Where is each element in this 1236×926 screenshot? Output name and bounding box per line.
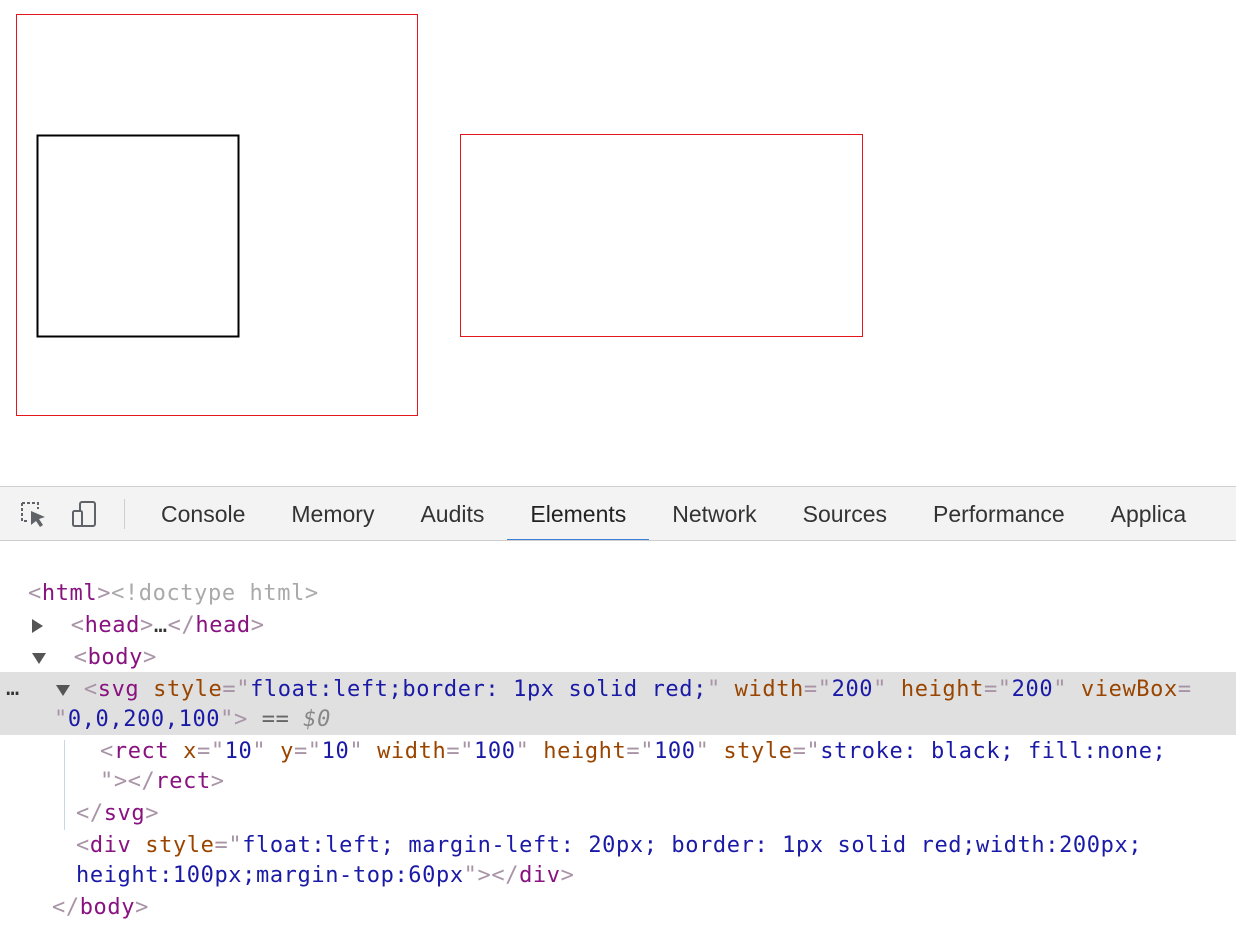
doctype-text: <!doctype html>: [111, 581, 319, 606]
toolbar-separator: [124, 499, 125, 529]
attr-value: 200: [831, 677, 874, 702]
attr-value: float:left; margin-left: 20px; border: 1…: [242, 833, 1143, 858]
div-close-tag: div: [519, 863, 561, 888]
collapse-arrow-icon[interactable]: [32, 652, 46, 664]
attr-value: 0,0,200,100: [67, 707, 221, 732]
tab-sources[interactable]: Sources: [780, 487, 910, 540]
attr-name: x: [183, 739, 197, 764]
tree-line-head[interactable]: <head>…</head>: [32, 610, 265, 642]
tree-line-rect-cont[interactable]: "></rect>: [100, 766, 225, 798]
head-ellipsis[interactable]: …: [154, 613, 168, 638]
attr-name: y: [280, 739, 294, 764]
attr-value: 10: [321, 739, 350, 764]
selected-marker: $0: [303, 707, 331, 732]
attr-value: float:left;border: 1px solid red;: [250, 677, 707, 702]
devtools-panel: Console Memory Audits Elements Network S…: [0, 486, 1236, 926]
tab-audits[interactable]: Audits: [397, 487, 507, 540]
demo-svg-bordered: [16, 14, 418, 416]
attr-name: height: [543, 739, 627, 764]
tree-line-body-open[interactable]: <body>: [32, 642, 157, 674]
div-tag: div: [89, 833, 132, 858]
demo-rect: [36, 134, 240, 338]
head-open-tag: head: [84, 613, 140, 638]
svg-close-tag: svg: [103, 801, 146, 826]
attr-name: style: [145, 833, 215, 858]
rect-tag: rect: [113, 739, 170, 764]
body-open-tag: body: [87, 645, 143, 670]
tab-console[interactable]: Console: [138, 487, 268, 540]
tree-line-svg-close[interactable]: </svg>: [76, 798, 159, 830]
tree-line-div-cont[interactable]: height:100px;margin-top:60px"></div>: [76, 860, 574, 892]
demo-div-bordered: [460, 134, 863, 337]
attr-name: viewBox: [1080, 677, 1178, 702]
html-tag: html: [41, 581, 98, 606]
devtools-toolbar: Console Memory Audits Elements Network S…: [0, 486, 1236, 541]
attr-value: 100: [474, 739, 516, 764]
body-close-tag: body: [79, 895, 136, 920]
tree-line-svg-cont[interactable]: "0,0,200,100"> == $0: [54, 704, 331, 736]
attr-value: height:100px;margin-top:60px: [76, 863, 464, 888]
attr-value: 10: [224, 739, 253, 764]
attr-name: width: [377, 739, 447, 764]
tree-line-html[interactable]: <html>: [28, 578, 111, 610]
attr-name: style: [723, 739, 793, 764]
tree-line-body-close[interactable]: </body>: [52, 892, 149, 924]
rect-close-tag: rect: [155, 769, 211, 794]
devtools-tabs: Console Memory Audits Elements Network S…: [138, 487, 1209, 540]
tab-network[interactable]: Network: [649, 487, 779, 540]
tab-elements[interactable]: Elements: [507, 487, 650, 540]
device-toggle-icon[interactable]: [70, 499, 100, 529]
attr-value: stroke: black; fill:none;: [820, 739, 1167, 764]
tab-performance[interactable]: Performance: [910, 487, 1088, 540]
attr-name: height: [900, 677, 984, 702]
tree-line-svg[interactable]: <svg style="float:left;border: 1px solid…: [56, 674, 1192, 706]
tab-application[interactable]: Applica: [1088, 487, 1209, 540]
attr-value: 100: [654, 739, 696, 764]
tree-line-div[interactable]: <div style="float:left; margin-left: 20p…: [76, 830, 1142, 862]
tree-line-doctype[interactable]: <!doctype html>: [28, 546, 319, 606]
head-close-tag: head: [195, 613, 251, 638]
attr-name: style: [153, 677, 223, 702]
node-menu-dots[interactable]: …: [6, 676, 19, 701]
svg-tag: svg: [97, 677, 140, 702]
tree-line-rect[interactable]: <rect x="10" y="10" width="100" height="…: [100, 736, 1166, 768]
tab-memory[interactable]: Memory: [268, 487, 397, 540]
collapse-arrow-icon[interactable]: [56, 684, 70, 696]
attr-value: 200: [1011, 677, 1054, 702]
attr-name: width: [734, 677, 804, 702]
page-viewport: [0, 0, 1236, 486]
inspect-cursor-icon[interactable]: [18, 499, 48, 529]
elements-tree: … <!doctype html> <html> <head>…</head> …: [0, 542, 1236, 926]
expand-arrow-icon[interactable]: [32, 619, 43, 633]
tree-indent-guide: [64, 740, 65, 830]
